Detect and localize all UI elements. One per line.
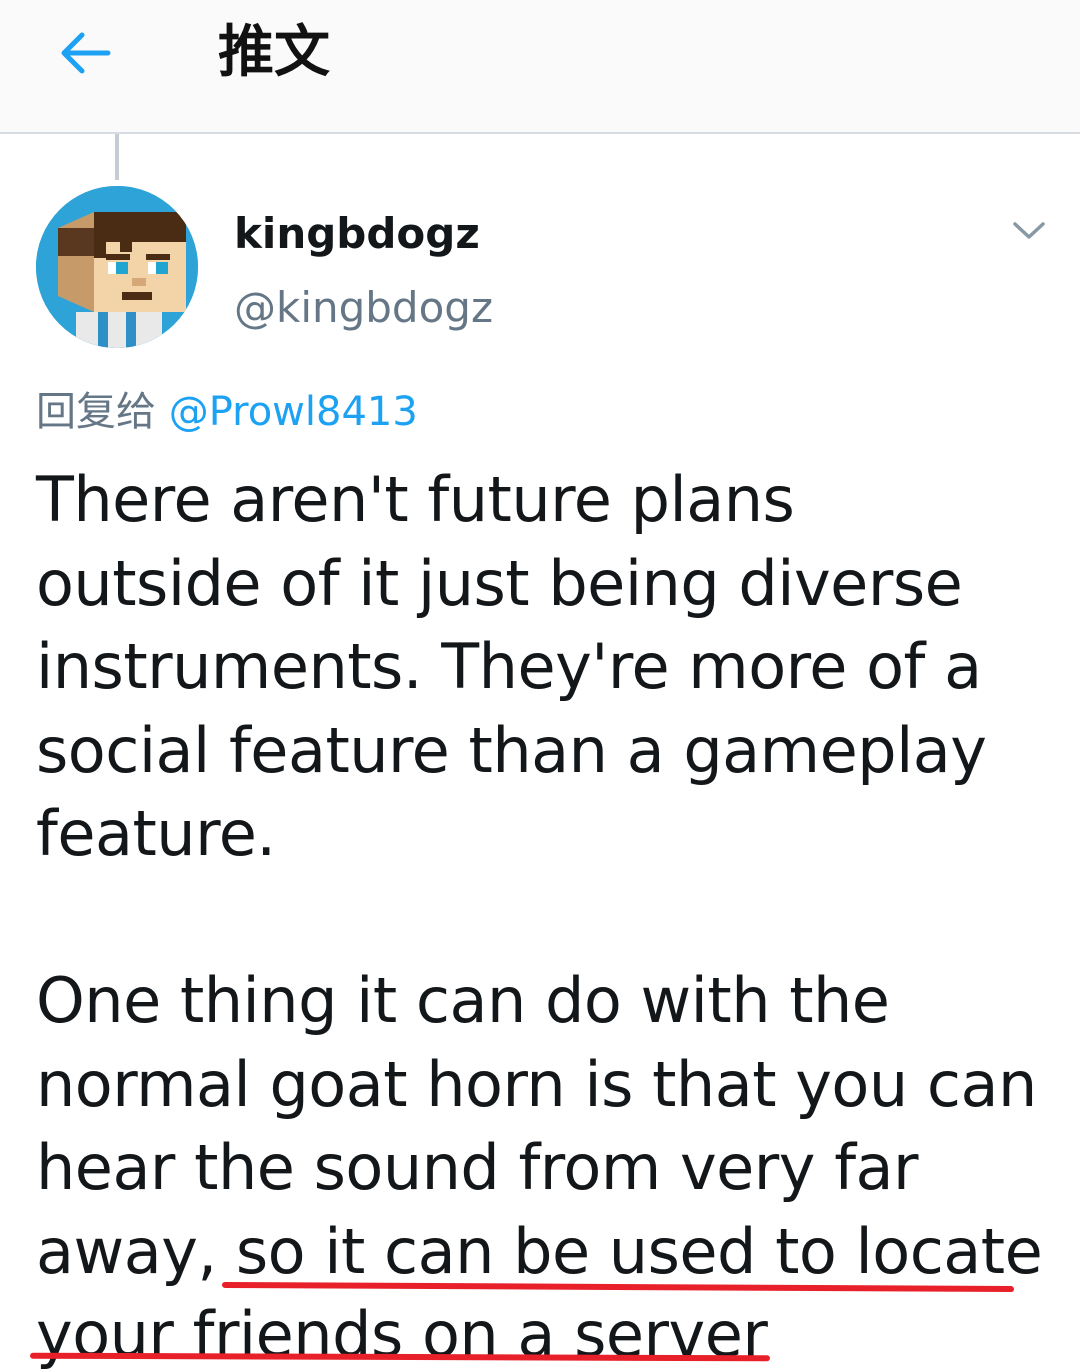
text-line: There aren't future plans <box>36 463 795 536</box>
highlighted-text: so it can be used to locate <box>235 1214 1043 1288</box>
text-line: hear the sound from very far <box>36 1131 919 1204</box>
arrow-left-icon <box>61 32 111 74</box>
minecraft-avatar-icon <box>36 186 198 348</box>
reply-mention-link[interactable]: @Prowl8413 <box>169 389 418 435</box>
author-handle[interactable]: @kingbdogz <box>234 280 493 336</box>
text-line: outside of it just being diverse <box>36 546 963 620</box>
text-line: away, so it can be used to locate <box>36 1210 1056 1294</box>
page-title: 推文 <box>218 20 330 85</box>
tweet-text: There aren't future plans outside of it … <box>36 458 1056 1369</box>
avatar[interactable] <box>36 186 198 348</box>
text-line: instruments. They're more of a <box>36 630 982 703</box>
top-app-bar: 推文 <box>0 0 1080 134</box>
thread-connector <box>115 134 119 180</box>
author-display-name[interactable]: kingbdogz <box>234 206 480 262</box>
more-options-button[interactable] <box>1004 206 1054 256</box>
reply-prefix: 回复给 <box>36 389 156 435</box>
text-line: One thing it can do with the <box>36 964 890 1037</box>
text-line: feature. <box>36 797 276 870</box>
text-line: social feature than a gameplay <box>36 713 987 787</box>
text-line: normal goat horn is that you can <box>36 1047 1037 1121</box>
text-plain: away, <box>36 1214 236 1288</box>
tweet-detail-screen: 推文 kingbdogz @kingbdogz 回复给 @Prowl8413 T… <box>0 0 1080 1369</box>
chevron-down-icon <box>1013 222 1045 239</box>
back-button[interactable] <box>44 18 124 88</box>
reply-context: 回复给 @Prowl8413 <box>36 384 418 440</box>
